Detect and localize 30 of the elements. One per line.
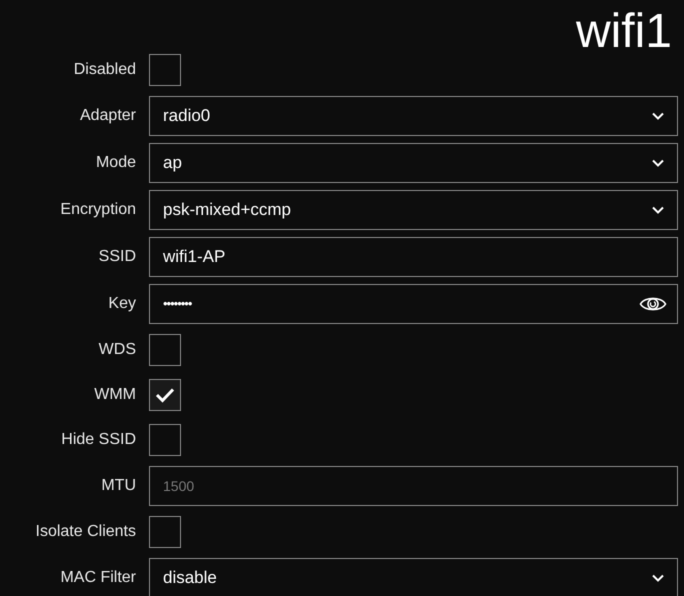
password-field[interactable]: •••••••• [149,284,678,324]
field-label: Isolate Clients [36,522,136,542]
field-label: SSID [98,246,136,266]
chevron-down-icon [652,574,664,582]
field-label: WMM [94,384,136,404]
checkbox[interactable] [149,334,181,366]
checkbox[interactable] [149,424,181,456]
field-label: Disabled [74,60,136,80]
checkmark-icon [155,386,175,402]
field-label: MTU [101,476,136,496]
page-title: wifi1 [576,4,672,47]
field-label: WDS [98,340,136,360]
dropdown[interactable]: radio0 [149,96,678,136]
text-field[interactable]: wifi1-AP [149,236,678,276]
checkbox[interactable] [149,378,181,410]
dropdown[interactable]: psk-mixed+ccmp [149,190,678,230]
field-label: Encryption [60,200,136,220]
text-field[interactable]: 1500 [149,466,678,506]
field-label: Hide SSID [61,430,136,450]
chevron-down-icon [652,158,664,166]
chevron-down-icon [652,112,664,120]
field-label: Mode [96,152,136,172]
field-label: Adapter [80,106,136,126]
checkbox[interactable] [149,516,181,548]
field-label: Key [108,294,136,314]
dropdown[interactable]: disable [149,558,678,596]
dropdown[interactable]: ap [149,142,678,182]
field-label: MAC Filter [60,568,136,588]
chevron-down-icon [652,206,664,214]
checkbox[interactable] [149,54,181,86]
